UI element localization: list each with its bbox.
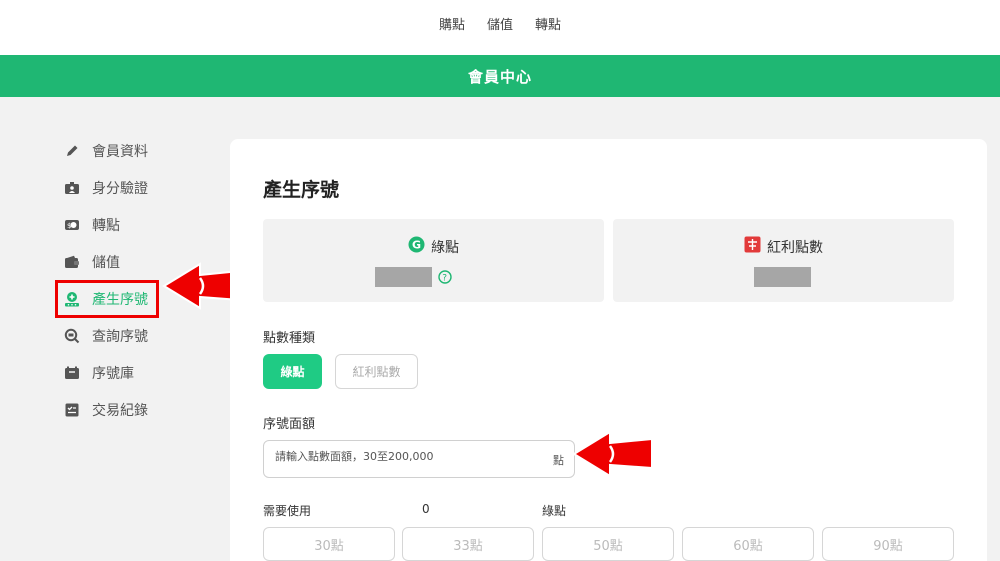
- id-card-icon: [64, 180, 80, 196]
- help-circle-icon[interactable]: ?: [438, 269, 452, 288]
- sidebar-item-label: 身分驗證: [92, 180, 148, 197]
- wallet-icon: [64, 254, 80, 270]
- quick-amount-button[interactable]: 60點: [682, 527, 814, 561]
- point-type-green-button[interactable]: 綠點: [263, 354, 322, 389]
- green-points-label: 綠點: [431, 239, 459, 256]
- banner-title: 會員中心: [467, 67, 532, 86]
- redacted-balance: [375, 267, 432, 287]
- code-library-icon: [64, 365, 80, 381]
- green-points-balance: G 綠點 ?: [263, 219, 604, 302]
- sidebar-item-label: 會員資料: [92, 143, 148, 160]
- g-logo-icon: G: [408, 236, 425, 257]
- serial-amount-input[interactable]: [275, 450, 535, 463]
- transfer-icon: $: [64, 217, 80, 233]
- nav-top-up[interactable]: 儲值: [487, 14, 513, 33]
- quick-amount-button[interactable]: 50點: [542, 527, 674, 561]
- sidebar-item-search-serial[interactable]: 查詢序號: [56, 317, 166, 354]
- quick-amount-button[interactable]: 90點: [822, 527, 954, 561]
- sidebar-item-label: 查詢序號: [92, 328, 148, 345]
- svg-text:?: ?: [442, 274, 447, 284]
- bonus-points-balance: 紅利點數: [613, 219, 954, 302]
- serial-amount-field[interactable]: 點: [263, 440, 575, 478]
- page-title: 產生序號: [263, 179, 340, 201]
- sidebar-item-serial-library[interactable]: 序號庫: [56, 354, 166, 391]
- pencil-icon: [64, 143, 80, 159]
- transaction-list-icon: [64, 402, 80, 418]
- sidebar-item-transfer[interactable]: $ 轉點: [56, 206, 166, 243]
- svg-text:G: G: [412, 239, 421, 252]
- sidebar-item-member-info[interactable]: 會員資料: [56, 132, 166, 169]
- main-card: 產生序號 G 綠點 ? 紅利點數 點數種類 綠點 紅利點數 序號面額 點 需要使…: [230, 139, 987, 561]
- sidebar-item-id-verification[interactable]: 身分驗證: [56, 169, 166, 206]
- nav-buy-points[interactable]: 購點: [439, 14, 465, 33]
- point-type-bonus-button[interactable]: 紅利點數: [335, 354, 418, 389]
- sidebar-item-label: 序號庫: [92, 365, 134, 382]
- point-type-label: 點數種類: [263, 331, 316, 346]
- search-code-icon: [64, 328, 80, 344]
- highlight-box: [55, 280, 159, 318]
- member-center-banner: 會員中心: [0, 55, 1000, 97]
- bonus-points-icon: [744, 236, 761, 257]
- sidebar-item-transactions[interactable]: 交易紀錄: [56, 391, 166, 428]
- serial-amount-label: 序號面額: [263, 417, 316, 432]
- svg-text:$: $: [67, 222, 71, 230]
- need-use-label: 需要使用: [263, 504, 312, 518]
- annotation-arrow-icon: [572, 430, 653, 478]
- redacted-balance: [754, 267, 811, 287]
- top-nav: 購點 儲值 轉點: [0, 0, 1000, 55]
- sidebar-item-label: 交易紀錄: [92, 402, 148, 419]
- sidebar-item-label: 儲值: [92, 254, 120, 271]
- sidebar-item-label: 轉點: [92, 217, 120, 234]
- serial-amount-unit: 點: [553, 454, 564, 467]
- need-use-value: 0: [422, 502, 430, 516]
- sidebar-item-top-up[interactable]: 儲值: [56, 243, 166, 280]
- need-use-unit: 綠點: [542, 504, 567, 518]
- quick-amount-button[interactable]: 30點: [263, 527, 395, 561]
- bonus-points-label: 紅利點數: [767, 239, 823, 256]
- nav-transfer[interactable]: 轉點: [535, 14, 561, 33]
- quick-amount-button[interactable]: 33點: [402, 527, 534, 561]
